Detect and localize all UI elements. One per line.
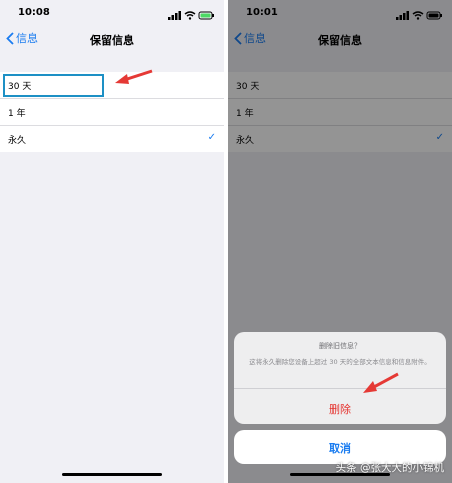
page-title: 保留信息: [90, 34, 134, 47]
option-forever[interactable]: 永久 ✓: [0, 126, 224, 152]
cancel-button[interactable]: 取消: [234, 430, 446, 464]
status-bar: 10:08: [0, 0, 224, 26]
annotation-arrow-icon: [115, 69, 153, 84]
status-time: 10:08: [18, 7, 50, 18]
watermark: 头条 @张大大的小锦机: [335, 462, 444, 474]
option-label: 永久: [8, 136, 27, 146]
left-screen: 10:08 信息 保留信息 30 天 1 年 永久 ✓: [0, 0, 224, 483]
status-icons: [168, 7, 216, 20]
delete-button[interactable]: 删除: [234, 401, 446, 417]
option-label: 1 年: [8, 109, 26, 119]
battery-icon: [198, 11, 214, 20]
annotation-highlight-box: [3, 74, 104, 97]
divider: [234, 388, 446, 389]
home-indicator: [62, 473, 162, 476]
action-sheet-title: 删除旧信息？: [319, 342, 361, 350]
checkmark-icon: ✓: [207, 132, 216, 143]
annotation-arrow-icon: [363, 372, 399, 393]
wifi-icon: [184, 11, 196, 20]
option-1-year[interactable]: 1 年: [0, 99, 224, 126]
navigation-bar: 信息 保留信息: [0, 26, 224, 52]
action-sheet: 删除旧信息？ 这将永久删除您设备上超过 30 天的全部文本信息和信息附件。 删除: [234, 332, 446, 424]
cancel-label: 取消: [329, 442, 351, 455]
signal-icon: [168, 11, 181, 20]
action-sheet-message: 这将永久删除您设备上超过 30 天的全部文本信息和信息附件。: [249, 358, 431, 366]
right-screen: 10:01 信息 保留信息 30 天 1 年 永久 ✓ 删除旧信息？ 这将永久删…: [228, 0, 452, 483]
